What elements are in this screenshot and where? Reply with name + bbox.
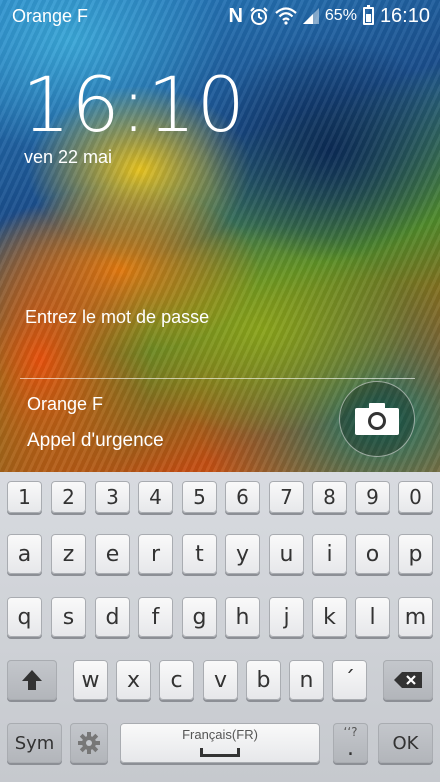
key-o[interactable]: o: [355, 534, 390, 574]
key-b[interactable]: b: [246, 660, 281, 700]
key-l[interactable]: l: [355, 597, 390, 637]
key-1[interactable]: 1: [7, 481, 42, 513]
key-q[interactable]: q: [7, 597, 42, 637]
key-h[interactable]: h: [225, 597, 260, 637]
key-3[interactable]: 3: [95, 481, 130, 513]
key-g[interactable]: g: [182, 597, 217, 637]
key-n[interactable]: n: [289, 660, 324, 700]
key-acute[interactable]: ´: [332, 660, 367, 700]
key-v[interactable]: v: [203, 660, 238, 700]
key-6[interactable]: 6: [225, 481, 260, 513]
keyboard: 1 2 3 4 5 6 7 8 9 0 a z e r t y u i o p …: [0, 472, 440, 782]
key-c[interactable]: c: [159, 660, 194, 700]
battery-icon: [362, 5, 374, 25]
lock-date: ven 22 mai: [24, 147, 113, 167]
key-i[interactable]: i: [312, 534, 347, 574]
ok-key[interactable]: OK: [378, 723, 433, 763]
password-field[interactable]: Entrez le mot de passe: [25, 307, 209, 328]
nfc-icon: N: [228, 4, 243, 27]
key-a[interactable]: a: [7, 534, 42, 574]
space-bar-icon: [200, 748, 240, 757]
key-8[interactable]: 8: [312, 481, 347, 513]
key-0[interactable]: 0: [398, 481, 433, 513]
battery-percent: 65%: [324, 7, 357, 24]
key-2[interactable]: 2: [51, 481, 86, 513]
status-carrier: Orange F: [12, 6, 89, 26]
key-y[interactable]: y: [225, 534, 260, 574]
key-9[interactable]: 9: [355, 481, 390, 513]
key-e[interactable]: e: [95, 534, 130, 574]
period-hint: ‘‘?: [343, 725, 358, 739]
shift-key[interactable]: [7, 660, 57, 700]
key-w[interactable]: w: [73, 660, 108, 700]
period-key[interactable]: ‘‘? .: [333, 723, 368, 763]
wifi-icon: [275, 7, 297, 25]
key-j[interactable]: j: [269, 597, 304, 637]
key-m[interactable]: m: [398, 597, 433, 637]
gear-icon: [78, 732, 100, 754]
signal-icon: [302, 8, 319, 24]
key-r[interactable]: r: [138, 534, 173, 574]
settings-key[interactable]: [70, 723, 108, 763]
key-s[interactable]: s: [51, 597, 86, 637]
carrier-label: Orange F: [27, 394, 104, 414]
key-p[interactable]: p: [398, 534, 433, 574]
key-4[interactable]: 4: [138, 481, 173, 513]
key-5[interactable]: 5: [182, 481, 217, 513]
space-language-label: Français(FR): [182, 727, 258, 742]
shift-icon: [22, 670, 42, 690]
status-icons: N 65% 16:10: [228, 5, 430, 27]
status-time: 16:10: [379, 4, 430, 27]
status-bar: Orange F N 65% 16:10: [0, 0, 440, 32]
lock-clock: 16:10: [22, 60, 247, 149]
sym-key[interactable]: Sym: [7, 723, 62, 763]
emergency-call-button[interactable]: Appel d'urgence: [27, 430, 164, 452]
alarm-icon: [250, 7, 268, 25]
password-underline: [20, 378, 415, 379]
key-k[interactable]: k: [312, 597, 347, 637]
key-x[interactable]: x: [116, 660, 151, 700]
key-f[interactable]: f: [138, 597, 173, 637]
period-label: .: [347, 735, 354, 761]
key-d[interactable]: d: [95, 597, 130, 637]
backspace-icon: [394, 672, 422, 688]
key-u[interactable]: u: [269, 534, 304, 574]
camera-icon: [355, 403, 399, 435]
camera-button[interactable]: [339, 381, 415, 457]
space-key[interactable]: Français(FR): [120, 723, 320, 763]
key-t[interactable]: t: [182, 534, 217, 574]
key-z[interactable]: z: [51, 534, 86, 574]
backspace-key[interactable]: [383, 660, 433, 700]
key-7[interactable]: 7: [269, 481, 304, 513]
